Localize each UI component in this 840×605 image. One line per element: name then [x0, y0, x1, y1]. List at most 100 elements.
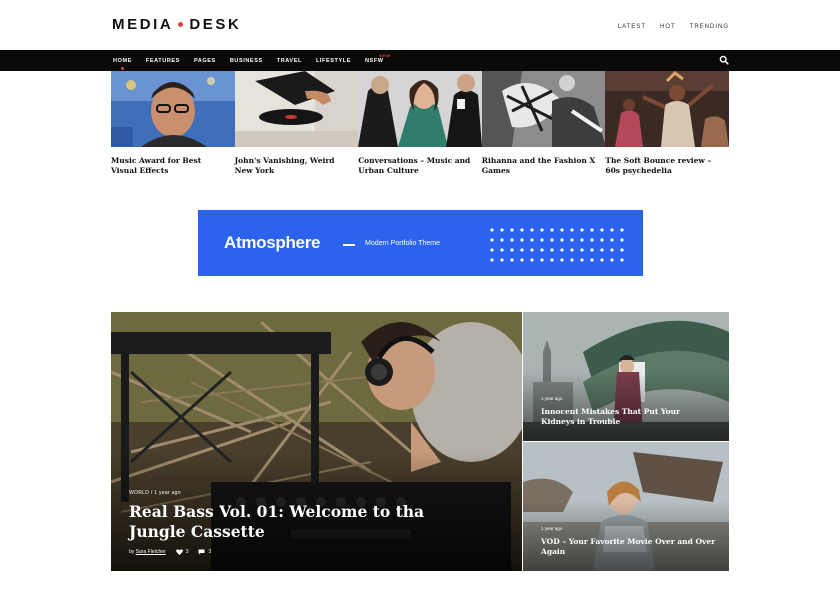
nav-item-business[interactable]: BUSINESS: [230, 58, 263, 64]
top-link-trending[interactable]: TRENDING: [690, 24, 729, 30]
banner-dot: [580, 238, 584, 242]
nav-item-nsfw-label: NSFW: [364, 57, 384, 64]
banner-dot: [560, 238, 564, 242]
hero-byline: by Sara Fletcher 3 3: [129, 549, 211, 555]
side-article[interactable]: 1 year ago VOD – Your Favorite Movie Ove…: [523, 442, 729, 571]
banner-dash: [343, 244, 355, 246]
nav-item-pages[interactable]: PAGES: [194, 58, 216, 64]
side-title[interactable]: VOD – Your Favorite Movie Over and Over …: [541, 537, 716, 557]
top-link-hot[interactable]: HOT: [660, 24, 676, 30]
banner-dot: [500, 248, 504, 252]
banner-dot: [540, 238, 544, 242]
story-thumbnail[interactable]: [111, 71, 235, 147]
side-article[interactable]: 1 year ago Innocent Mistakes That Put Yo…: [523, 312, 729, 441]
banner-dot: [530, 258, 534, 262]
story-thumbnail[interactable]: [358, 71, 482, 147]
banner-dot: [610, 238, 614, 242]
banner-dot: [510, 258, 514, 262]
story-card[interactable]: John's Vanishing, Weird New York: [234, 71, 359, 176]
banner-dot: [500, 238, 504, 242]
side-date: 1 year ago: [541, 526, 563, 531]
story-title[interactable]: Rihanna and the Fashion X Games: [482, 156, 606, 176]
hero-meta: WORLD / 1 year ago: [129, 490, 181, 496]
banner-dot: [510, 238, 514, 242]
nav-item-features[interactable]: FEATURES: [146, 58, 180, 64]
heart-icon: [175, 549, 183, 555]
nav-item-lifestyle[interactable]: LIFESTYLE: [316, 58, 351, 64]
banner-dot: [530, 248, 534, 252]
banner-dot: [570, 248, 574, 252]
hero-title[interactable]: Real Bass Vol. 01: Welcome to tha Jungle…: [129, 502, 469, 542]
top-stories-strip: Music Award for Best Visual Effects John…: [111, 71, 729, 176]
likes-stat[interactable]: 3: [175, 549, 188, 555]
banner-dot: [590, 238, 594, 242]
story-title[interactable]: John's Vanishing, Weird New York: [235, 156, 359, 176]
banner-dot: [520, 228, 524, 232]
banner-dot: [550, 248, 554, 252]
story-title[interactable]: Conversations – Music and Urban Culture: [358, 156, 482, 176]
nav-item-nsfw[interactable]: NSFW NEW: [364, 53, 390, 64]
banner-dot: [490, 228, 494, 232]
banner-dot: [490, 238, 494, 242]
story-thumbnail[interactable]: [605, 71, 729, 147]
dot-pattern-decoration: [490, 228, 624, 262]
banner-dot: [620, 228, 624, 232]
banner-dot: [520, 258, 524, 262]
banner-dot: [610, 258, 614, 262]
ad-banner[interactable]: Atmosphere Modern Portfolio Theme: [198, 210, 643, 276]
byline-author-wrap: by Sara Fletcher: [129, 549, 166, 555]
hero-category[interactable]: WORLD: [129, 490, 149, 496]
story-thumbnail[interactable]: [481, 71, 606, 147]
site-logo[interactable]: MEDIA DESK: [112, 16, 241, 33]
banner-dot: [520, 248, 524, 252]
banner-dot: [530, 228, 534, 232]
author-link[interactable]: Sara Fletcher: [136, 549, 166, 555]
banner-dot: [500, 228, 504, 232]
banner-dot: [510, 228, 514, 232]
side-title[interactable]: Innocent Mistakes That Put Your Kidneys …: [541, 407, 716, 427]
main-navbar: HOME FEATURES PAGES BUSINESS TRAVEL LIFE…: [0, 50, 840, 71]
banner-dot: [590, 228, 594, 232]
story-card[interactable]: Conversations – Music and Urban Culture: [358, 71, 482, 176]
banner-dot: [620, 238, 624, 242]
story-card[interactable]: Rihanna and the Fashion X Games: [481, 71, 606, 176]
banner-dot: [610, 228, 614, 232]
nav-item-home[interactable]: HOME: [113, 58, 132, 70]
top-link-latest[interactable]: LATEST: [618, 24, 646, 30]
banner-dot: [520, 238, 524, 242]
banner-dot: [560, 228, 564, 232]
comments-count: 3: [208, 549, 212, 555]
banner-dot: [560, 248, 564, 252]
story-thumbnail[interactable]: [234, 71, 359, 147]
byline-prefix: by: [129, 549, 135, 555]
story-title[interactable]: Music Award for Best Visual Effects: [111, 156, 235, 176]
banner-dot: [600, 248, 604, 252]
banner-dot: [550, 228, 554, 232]
banner-dot: [580, 248, 584, 252]
comments-stat[interactable]: 3: [198, 549, 211, 555]
nav-menu: HOME FEATURES PAGES BUSINESS TRAVEL LIFE…: [113, 50, 390, 71]
banner-dot: [540, 228, 544, 232]
banner-dot: [530, 238, 534, 242]
new-badge: NEW: [379, 52, 391, 58]
top-links: LATEST HOT TRENDING: [618, 24, 729, 30]
hero-article[interactable]: WORLD / 1 year ago Real Bass Vol. 01: We…: [111, 312, 522, 571]
search-icon[interactable]: [719, 55, 729, 65]
nav-item-travel[interactable]: TRAVEL: [277, 58, 302, 64]
banner-dot: [550, 258, 554, 262]
banner-dot: [570, 258, 574, 262]
logo-dot: [178, 22, 184, 27]
story-title[interactable]: The Soft Bounce review – 60s psychedelia: [605, 156, 729, 176]
banner-dot: [590, 248, 594, 252]
story-card[interactable]: The Soft Bounce review – 60s psychedelia: [605, 71, 729, 176]
banner-dot: [620, 248, 624, 252]
banner-dot: [550, 238, 554, 242]
banner-dot: [570, 228, 574, 232]
banner-dot: [490, 248, 494, 252]
banner-dot: [620, 258, 624, 262]
banner-dot: [600, 258, 604, 262]
side-date: 1 year ago: [541, 396, 563, 401]
banner-dot: [590, 258, 594, 262]
story-card[interactable]: Music Award for Best Visual Effects: [111, 71, 235, 176]
side-overlay: [523, 501, 729, 571]
